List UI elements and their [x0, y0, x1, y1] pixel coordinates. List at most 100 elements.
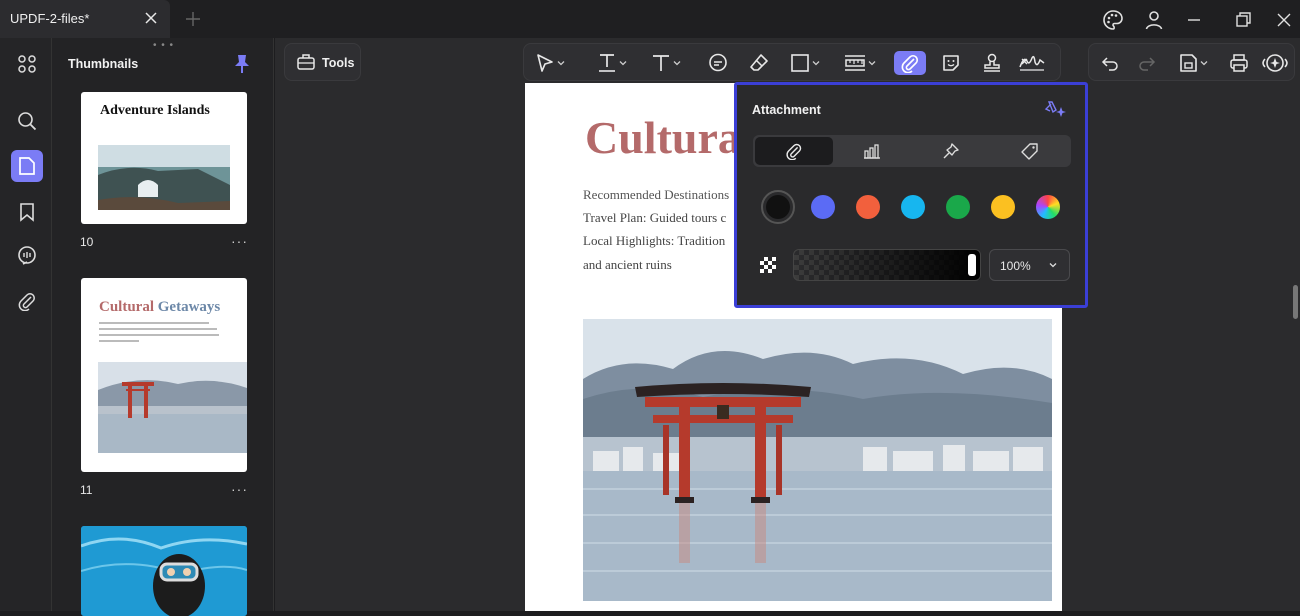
opacity-icon	[760, 257, 776, 273]
text-underline-tool[interactable]	[596, 51, 628, 75]
color-swatch-blue[interactable]	[811, 195, 835, 219]
document-photo-torii-gate	[583, 319, 1052, 601]
document-line: Local Highlights: Tradition	[583, 233, 726, 248]
thumb-heading: Adventure Islands	[100, 103, 210, 118]
thumbnail-page-10[interactable]: Adventure Islands	[81, 92, 247, 224]
color-swatch-cyan[interactable]	[901, 195, 925, 219]
tag-icon	[1021, 143, 1038, 160]
thumb-photo	[98, 145, 230, 210]
paperclip-icon	[786, 143, 802, 160]
ruler-icon	[845, 55, 865, 71]
color-swatch-yellow[interactable]	[991, 195, 1015, 219]
undo-icon	[1101, 57, 1118, 71]
rectangle-icon	[791, 54, 809, 72]
color-swatch-orange[interactable]	[856, 195, 880, 219]
print-button[interactable]	[1228, 51, 1250, 75]
tab-title: UPDF-2-files*	[10, 11, 90, 26]
more-icon[interactable]: ···	[231, 481, 248, 497]
opacity-gradient	[794, 250, 980, 280]
thumb-text-lines	[99, 322, 219, 342]
signature-tool[interactable]	[1018, 51, 1046, 75]
restore-icon[interactable]	[1232, 9, 1254, 31]
undo-button[interactable]	[1099, 51, 1121, 75]
segment-pushpin[interactable]	[912, 137, 990, 165]
title-bar: UPDF-2-files*	[0, 0, 1300, 38]
tools-button[interactable]: Tools	[284, 43, 361, 81]
segment-graph[interactable]	[833, 137, 911, 165]
save-button[interactable]	[1177, 51, 1209, 75]
document-line: Travel Plan: Guided tours c	[583, 210, 727, 225]
pin-icon[interactable]	[232, 53, 252, 75]
graph-icon	[864, 144, 880, 159]
ai-assistant-button[interactable]	[1262, 51, 1288, 75]
redo-button[interactable]	[1136, 51, 1158, 75]
vertical-scrollbar-thumb[interactable]	[1293, 285, 1298, 319]
panel-title: Thumbnails	[68, 57, 139, 71]
select-tool[interactable]	[534, 51, 566, 75]
comment-tool[interactable]	[707, 51, 729, 75]
stamp-tool[interactable]	[981, 51, 1003, 75]
attachment-style-segmented	[753, 135, 1071, 167]
text-tool[interactable]	[650, 51, 682, 75]
ai-icon	[1262, 54, 1288, 72]
color-swatch-black[interactable]	[766, 195, 790, 219]
thumbnail-page-12[interactable]	[81, 526, 247, 616]
attachment-tool[interactable]	[894, 51, 926, 75]
chevron-down-icon	[812, 61, 820, 66]
chevron-down-icon	[1200, 61, 1208, 66]
redo-icon	[1139, 57, 1156, 71]
color-picker-rainbow[interactable]	[1036, 195, 1060, 219]
segment-tag[interactable]	[991, 137, 1069, 165]
add-tab-icon[interactable]	[185, 11, 201, 27]
paperclip-icon	[901, 54, 919, 73]
sticker-tool[interactable]	[940, 51, 962, 75]
user-icon[interactable]	[1143, 9, 1165, 31]
color-swatch-green[interactable]	[946, 195, 970, 219]
underline-text-icon	[599, 54, 615, 72]
opacity-dropdown[interactable]: 100%	[989, 249, 1070, 281]
comment-icon	[709, 53, 727, 72]
eraser-tool[interactable]	[748, 51, 770, 75]
grid-icon[interactable]	[11, 48, 43, 80]
opacity-value: 100%	[1000, 259, 1031, 273]
document-line: Recommended Destinations	[583, 187, 730, 202]
attachment-popover: Attachment 100%	[734, 82, 1088, 308]
document-heading: Cultura	[585, 112, 741, 163]
opacity-slider[interactable]	[793, 249, 981, 281]
palette-icon[interactable]	[1102, 9, 1124, 31]
stamp-icon	[984, 53, 1000, 72]
shape-tool[interactable]	[789, 51, 821, 75]
chevron-down-icon	[619, 61, 627, 66]
chevron-down-icon	[868, 61, 876, 66]
cursor-icon	[537, 54, 553, 72]
thumbnail-page-11[interactable]: Cultural Getaways	[81, 278, 247, 472]
magic-wand-icon[interactable]	[1042, 99, 1068, 121]
document-tab[interactable]: UPDF-2-files*	[0, 0, 170, 38]
minimize-icon[interactable]	[1183, 9, 1205, 31]
close-icon[interactable]	[144, 11, 158, 25]
comments-icon[interactable]	[11, 240, 43, 272]
thumbnails-icon[interactable]	[11, 150, 43, 182]
document-line: and ancient ruins	[583, 257, 672, 272]
toolbox-icon	[296, 52, 316, 72]
page-number: 10	[80, 235, 94, 249]
tools-label: Tools	[322, 56, 355, 70]
chevron-down-icon	[673, 61, 681, 66]
opacity-slider-handle[interactable]	[968, 254, 976, 276]
measure-tool[interactable]	[843, 51, 877, 75]
left-rail	[0, 38, 52, 611]
sticker-icon	[943, 55, 959, 71]
panel-drag-handle[interactable]: • • •	[153, 40, 174, 51]
attachment-icon[interactable]	[11, 285, 43, 317]
thumb-photo	[98, 362, 247, 453]
chevron-down-icon	[1049, 263, 1057, 268]
signature-icon	[1019, 55, 1045, 71]
segment-paperclip[interactable]	[755, 137, 833, 165]
bookmark-icon[interactable]	[11, 196, 43, 228]
search-icon[interactable]	[11, 105, 43, 137]
popover-title: Attachment	[752, 103, 821, 117]
page-number: 11	[80, 483, 93, 497]
window-close-icon[interactable]	[1273, 9, 1295, 31]
more-icon[interactable]: ···	[231, 233, 248, 249]
document-toolbar	[1088, 43, 1295, 81]
